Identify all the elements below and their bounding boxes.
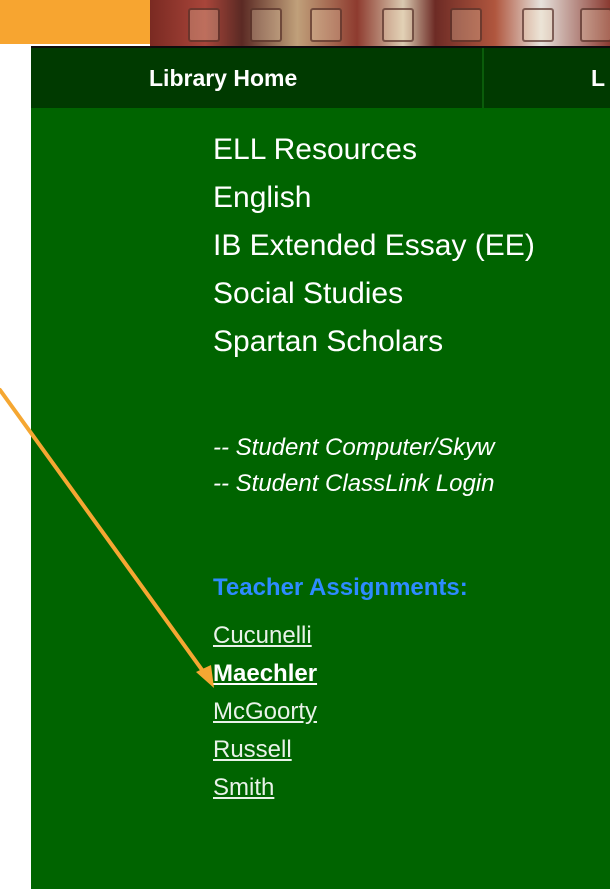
nav-item-second[interactable]: L xyxy=(591,48,605,108)
book-spine xyxy=(450,8,482,42)
book-spine xyxy=(522,8,554,42)
book-spine xyxy=(382,8,414,42)
book-spine xyxy=(580,8,610,42)
library-books-banner xyxy=(150,0,610,46)
left-margin xyxy=(0,46,31,889)
top-navbar: Library Home L xyxy=(31,46,610,108)
book-spine xyxy=(250,8,282,42)
menu-item-ib-ee[interactable]: IB Extended Essay (EE) xyxy=(213,222,535,270)
student-computer-login-link[interactable]: -- Student Computer/Skyw xyxy=(213,430,494,466)
menu-item-english[interactable]: English xyxy=(213,174,535,222)
student-classlink-login-link[interactable]: -- Student ClassLink Login xyxy=(213,466,494,502)
menu-item-ell[interactable]: ELL Resources xyxy=(213,126,535,174)
teacher-link-smith[interactable]: Smith xyxy=(213,769,317,807)
teacher-link-cucunelli[interactable]: Cucunelli xyxy=(213,617,317,655)
teacher-link-mcgoorty[interactable]: McGoorty xyxy=(213,693,317,731)
book-spine xyxy=(188,8,220,42)
teacher-link-russell[interactable]: Russell xyxy=(213,731,317,769)
teacher-assignments-heading: Teacher Assignments: xyxy=(213,574,468,601)
subject-menu: ELL Resources English IB Extended Essay … xyxy=(213,126,535,366)
nav-divider xyxy=(482,48,484,108)
menu-item-spartan-scholars[interactable]: Spartan Scholars xyxy=(213,318,535,366)
orange-header-strip xyxy=(0,0,150,44)
student-logins: -- Student Computer/Skyw -- Student Clas… xyxy=(213,430,494,502)
teacher-link-maechler[interactable]: Maechler xyxy=(213,655,317,693)
nav-library-home[interactable]: Library Home xyxy=(149,48,297,108)
book-spine xyxy=(310,8,342,42)
teacher-list: Cucunelli Maechler McGoorty Russell Smit… xyxy=(213,617,317,807)
menu-item-social-studies[interactable]: Social Studies xyxy=(213,270,535,318)
